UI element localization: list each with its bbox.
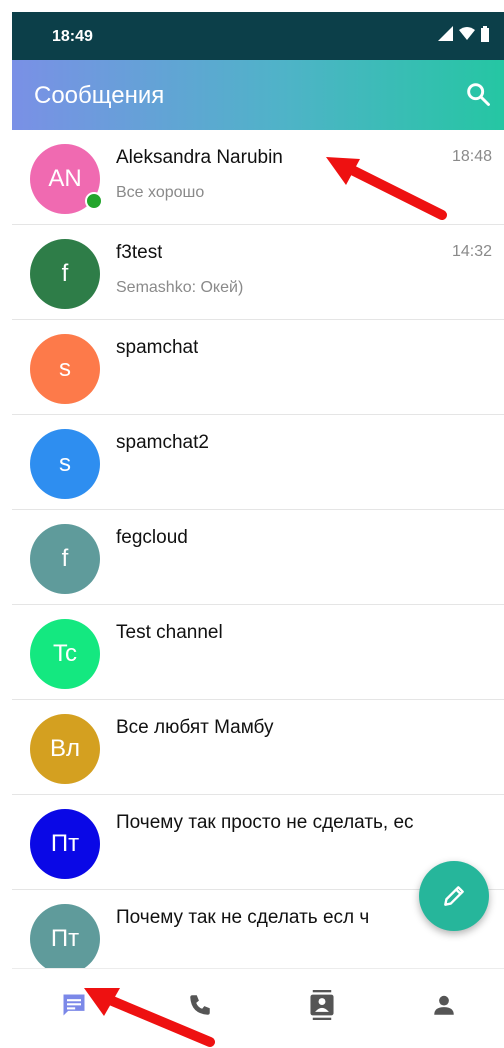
chat-row[interactable]: f f3test Semashko: Окей) 14:32 bbox=[12, 225, 504, 320]
chat-time: 18:48 bbox=[451, 148, 492, 165]
person-icon bbox=[434, 995, 454, 1015]
chat-time: 14:32 bbox=[451, 243, 492, 260]
chat-name: Все любят Мамбу bbox=[116, 717, 274, 738]
chat-row[interactable]: s spamchat bbox=[12, 320, 504, 415]
chat-name: Почему так просто не сделать, ес bbox=[116, 812, 414, 833]
online-status-dot bbox=[85, 192, 103, 210]
avatar: s bbox=[30, 429, 100, 499]
chat-name: spamchat2 bbox=[116, 432, 209, 453]
contacts-icon bbox=[310, 990, 334, 1020]
chat-name: fegcloud bbox=[116, 527, 188, 548]
status-bar: 18:49 bbox=[12, 12, 504, 60]
annotation-arrow-nav bbox=[84, 988, 215, 1047]
battery-icon bbox=[481, 26, 489, 42]
pencil-icon bbox=[444, 886, 464, 906]
app-bar: Сообщения bbox=[12, 60, 504, 130]
nav-profile[interactable] bbox=[426, 987, 462, 1023]
avatar: f bbox=[30, 239, 100, 309]
avatar: Пт bbox=[30, 904, 100, 974]
chat-preview: Semashko: Окей) bbox=[116, 279, 244, 296]
search-icon[interactable] bbox=[464, 80, 492, 108]
chat-name: Aleksandra Narubin bbox=[116, 147, 283, 168]
chat-row[interactable]: Tc Test channel bbox=[12, 605, 504, 700]
chat-name: spamchat bbox=[116, 337, 199, 358]
avatar: s bbox=[30, 334, 100, 404]
signal-icon bbox=[438, 26, 453, 41]
chat-name: f3test bbox=[116, 242, 163, 263]
new-message-button[interactable] bbox=[419, 861, 489, 931]
status-time: 18:49 bbox=[52, 28, 93, 45]
chat-list: AN Aleksandra Narubin Все хорошо 18:48 f f3te… bbox=[12, 130, 504, 985]
annotation-arrow-chat bbox=[326, 157, 447, 220]
avatar: f bbox=[30, 524, 100, 594]
avatar: Вл bbox=[30, 714, 100, 784]
chat-preview: Все хорошо bbox=[116, 184, 205, 201]
avatar: Tc bbox=[30, 619, 100, 689]
nav-contacts[interactable] bbox=[304, 987, 340, 1023]
wifi-icon bbox=[459, 27, 475, 40]
chat-name: Почему так не сделать есл ч bbox=[116, 907, 370, 928]
avatar: Пт bbox=[30, 809, 100, 879]
chat-row[interactable]: s spamchat2 bbox=[12, 415, 504, 510]
chat-name: Test channel bbox=[116, 622, 223, 643]
status-icons bbox=[438, 26, 490, 42]
chat-row[interactable]: Вл Все любят Мамбу bbox=[12, 700, 504, 795]
chat-row[interactable]: f fegcloud bbox=[12, 510, 504, 605]
page-title: Сообщения bbox=[34, 82, 165, 109]
